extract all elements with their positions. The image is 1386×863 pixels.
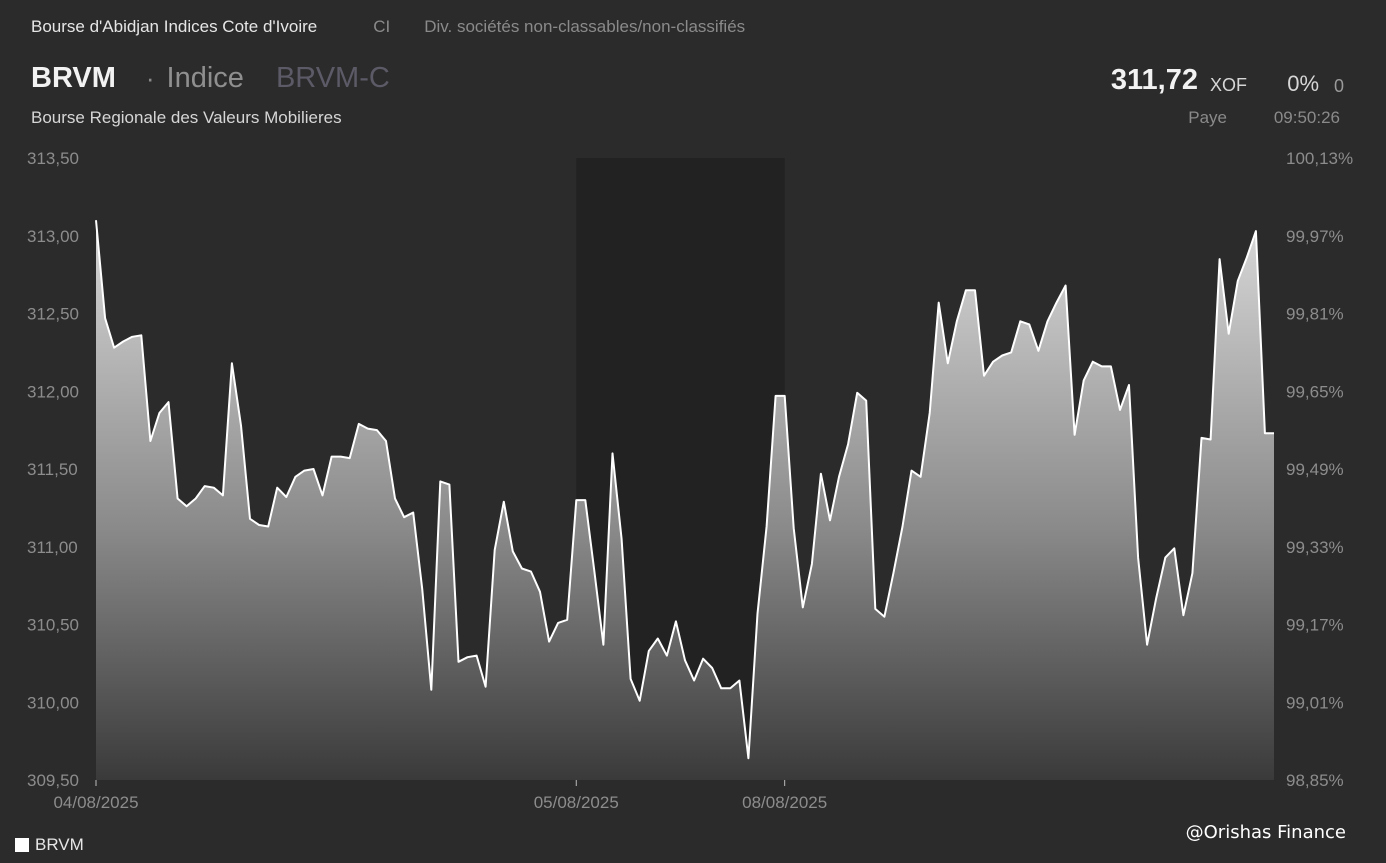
exchange-name[interactable]: Bourse d'Abidjan Indices Cote d'Ivoire xyxy=(31,17,317,37)
title-separator: · xyxy=(145,63,155,93)
change-percent: 0% xyxy=(1287,71,1319,96)
quote-time: 09:50:26 xyxy=(1273,108,1340,127)
y2-tick-label: 99,01% xyxy=(1286,693,1344,712)
change-absolute: 0 xyxy=(1333,76,1344,96)
y2-tick-label: 99,17% xyxy=(1286,616,1344,635)
x-tick-label: 08/08/2025 xyxy=(742,793,827,812)
instrument-type: Indice xyxy=(166,62,244,94)
y-axis-right: 100,13% 99,97% 99,81% 99,65% 99,49% 99,33% 99,… xyxy=(1286,149,1353,790)
instrument-symbol: BRVM xyxy=(31,62,116,94)
x-tick-label: 05/08/2025 xyxy=(534,793,619,812)
y-tick-label: 310,50 xyxy=(27,616,79,635)
y-tick-label: 311,50 xyxy=(27,460,78,479)
y2-tick-label: 99,81% xyxy=(1286,305,1344,324)
y-tick-label: 310,00 xyxy=(27,693,79,712)
y2-tick-label: 98,85% xyxy=(1286,771,1344,790)
y-tick-label: 309,50 xyxy=(27,771,79,790)
legend-label: BRVM xyxy=(35,835,84,854)
y-tick-label: 313,50 xyxy=(27,149,79,168)
y-tick-label: 311,00 xyxy=(27,538,78,557)
y-tick-label: 312,50 xyxy=(27,305,79,324)
y2-tick-label: 99,97% xyxy=(1286,227,1344,246)
instrument-full-name: Bourse Regionale des Valeurs Mobilieres xyxy=(31,108,342,127)
y2-tick-label: 99,65% xyxy=(1286,382,1344,401)
x-axis: 04/08/2025 05/08/2025 08/08/2025 xyxy=(53,780,827,812)
y-tick-label: 312,00 xyxy=(27,382,79,401)
country-code: CI xyxy=(373,17,391,36)
y2-tick-label: 100,13% xyxy=(1286,149,1353,168)
y-tick-label: 313,00 xyxy=(27,227,79,246)
y2-tick-label: 99,33% xyxy=(1286,538,1344,557)
last-price: 311,72 xyxy=(1110,64,1198,96)
y-axis-left: 313,50 313,00 312,50 312,00 311,50 311,00 310,… xyxy=(27,149,79,790)
market-info-bar: Bourse d'Abidjan Indices Cote d'Ivoire C… xyxy=(31,17,745,37)
watermark: @Orishas Finance xyxy=(1185,822,1346,843)
sector-name: Div. sociétés non-classables/non-classif… xyxy=(424,17,746,36)
y2-tick-label: 99,49% xyxy=(1286,460,1344,479)
instrument-code: BRVM-C xyxy=(275,62,390,94)
chart-legend[interactable]: BRVM xyxy=(15,835,84,855)
instrument-title: BRVM · Indice BRVM-C xyxy=(31,62,390,95)
currency: XOF xyxy=(1209,75,1247,95)
x-tick-label: 04/08/2025 xyxy=(53,793,138,812)
country-label: Paye xyxy=(1188,108,1227,127)
price-chart: 313,50 313,00 312,50 312,00 311,50 311,00 310,… xyxy=(27,149,1353,812)
legend-swatch-icon xyxy=(15,838,29,852)
